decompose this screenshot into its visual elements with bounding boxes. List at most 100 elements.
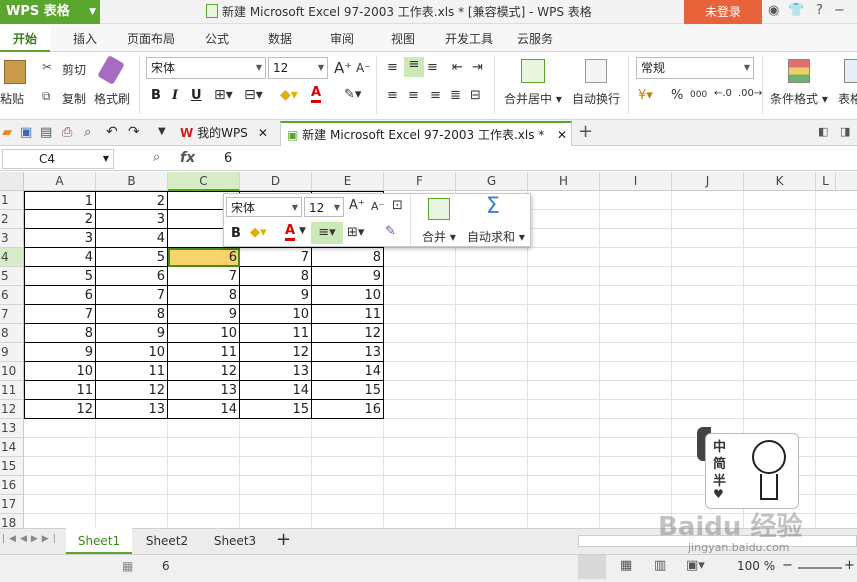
cell-a8[interactable]: 8: [24, 324, 96, 343]
cell-e11[interactable]: 15: [312, 381, 384, 400]
sheet-nav-icon[interactable]: |◀◀▶▶|: [2, 534, 60, 544]
cell-d10[interactable]: 13: [240, 362, 312, 381]
mini-decrease-font-icon[interactable]: A⁻: [371, 200, 384, 213]
cell-a3[interactable]: 3: [24, 229, 96, 248]
cell-c12[interactable]: 14: [168, 400, 240, 419]
cell-b7[interactable]: 8: [96, 305, 168, 324]
row-header-10[interactable]: 10: [0, 362, 24, 381]
cell-e8[interactable]: 12: [312, 324, 384, 343]
column-header-h[interactable]: H: [528, 172, 600, 191]
chevron-down-icon[interactable]: ▼: [158, 126, 166, 137]
cell-e4[interactable]: 8: [312, 248, 384, 267]
mini-align-center-icon[interactable]: ≡▾: [311, 222, 343, 244]
cell-b12[interactable]: 13: [96, 400, 168, 419]
table-style-icon[interactable]: [844, 59, 857, 83]
cell-e9[interactable]: 13: [312, 343, 384, 362]
cell-b8[interactable]: 9: [96, 324, 168, 343]
cell-b2[interactable]: 3: [96, 210, 168, 229]
column-header-b[interactable]: B: [96, 172, 168, 191]
mini-merge-icon[interactable]: [428, 198, 450, 220]
tab-page-layout[interactable]: 页面布局: [127, 24, 175, 52]
font-size-select[interactable]: 12 ▼: [268, 57, 328, 79]
wrap-text-icon[interactable]: [585, 59, 607, 83]
cell-c6[interactable]: 8: [168, 286, 240, 305]
format-painter-button[interactable]: 格式刷: [94, 90, 130, 107]
close-icon[interactable]: ✕: [557, 123, 567, 147]
cell-d8[interactable]: 11: [240, 324, 312, 343]
tab-my-wps[interactable]: W 我的WPS ✕: [174, 121, 278, 145]
column-header-e[interactable]: E: [312, 172, 384, 191]
cell-b4[interactable]: 5: [96, 248, 168, 267]
cell-e12[interactable]: 16: [312, 400, 384, 419]
increase-font-icon[interactable]: A⁺: [334, 59, 352, 77]
tab-insert[interactable]: 插入: [73, 24, 97, 52]
align-bottom-icon[interactable]: ≡: [427, 60, 438, 75]
cell-d11[interactable]: 14: [240, 381, 312, 400]
zoom-slider[interactable]: [798, 567, 842, 569]
column-header-f[interactable]: F: [384, 172, 456, 191]
undo-icon[interactable]: ↶: [106, 124, 118, 140]
cell-a12[interactable]: 12: [24, 400, 96, 419]
cell-a5[interactable]: 5: [24, 267, 96, 286]
mini-merge-button[interactable]: 合并 ▾: [422, 228, 456, 245]
distribute-icon[interactable]: ⊟: [470, 88, 481, 103]
clear-format-icon[interactable]: ✎▾: [344, 87, 361, 102]
row-header-12[interactable]: 12: [0, 400, 24, 419]
cell-a4[interactable]: 4: [24, 248, 96, 267]
scroll-left-icon[interactable]: ◧: [818, 125, 828, 138]
cell-e10[interactable]: 14: [312, 362, 384, 381]
mini-format-painter-icon[interactable]: ✎: [385, 224, 396, 239]
cell-b3[interactable]: 4: [96, 229, 168, 248]
column-header-k[interactable]: K: [744, 172, 816, 191]
cell-a10[interactable]: 10: [24, 362, 96, 381]
row-header-5[interactable]: 5: [0, 267, 24, 286]
row-header-15[interactable]: 15: [0, 457, 24, 476]
sheet-tab-1[interactable]: Sheet1: [66, 528, 132, 554]
cell-a1[interactable]: 1: [24, 191, 96, 210]
select-all-button[interactable]: [0, 172, 24, 191]
page-break-view-icon[interactable]: ▥: [654, 558, 666, 573]
align-right-icon[interactable]: ≡: [430, 88, 441, 103]
cell-d4[interactable]: 7: [240, 248, 312, 267]
insert-function-button[interactable]: fx: [180, 150, 195, 166]
mini-fill-color-icon[interactable]: ◆▾: [250, 225, 267, 240]
decrease-font-icon[interactable]: A⁻: [356, 61, 371, 75]
percent-button[interactable]: %: [671, 88, 683, 103]
help-icon[interactable]: ?: [816, 3, 823, 18]
row-header-2[interactable]: 2: [0, 210, 24, 229]
cell-b9[interactable]: 10: [96, 343, 168, 362]
row-header-7[interactable]: 7: [0, 305, 24, 324]
align-middle-icon[interactable]: ≡: [404, 57, 424, 77]
row-header-14[interactable]: 14: [0, 438, 24, 457]
zoom-preview-icon[interactable]: ⌕: [84, 125, 91, 140]
tab-developer[interactable]: 开发工具: [445, 24, 493, 52]
cell-b10[interactable]: 11: [96, 362, 168, 381]
tab-home[interactable]: 开始: [0, 24, 50, 52]
column-header-i[interactable]: I: [600, 172, 672, 191]
normal-view-icon[interactable]: [578, 555, 606, 579]
mini-autosum-button[interactable]: 自动求和 ▾: [467, 228, 525, 245]
mini-font-color-button[interactable]: A: [285, 224, 296, 241]
column-header-a[interactable]: A: [24, 172, 96, 191]
row-header-1[interactable]: 1: [0, 191, 24, 210]
merge-center-button[interactable]: 合并居中 ▾: [504, 90, 562, 107]
zoom-out-icon[interactable]: −: [782, 558, 793, 573]
cell-c4[interactable]: 6: [168, 248, 240, 267]
autosum-icon[interactable]: Σ: [486, 194, 500, 219]
minimize-icon[interactable]: −: [834, 3, 845, 18]
cell-c11[interactable]: 13: [168, 381, 240, 400]
align-center-icon[interactable]: ≡: [408, 88, 419, 103]
cell-a2[interactable]: 2: [24, 210, 96, 229]
print-preview-icon[interactable]: ▤: [40, 125, 52, 140]
cell-b5[interactable]: 6: [96, 267, 168, 286]
number-format-select[interactable]: 常规 ▼: [636, 57, 754, 79]
underline-button[interactable]: U: [191, 88, 202, 103]
indent-increase-icon[interactable]: ⇥: [472, 60, 483, 75]
currency-icon[interactable]: ¥▾: [638, 88, 653, 103]
cell-b6[interactable]: 7: [96, 286, 168, 305]
cell-d9[interactable]: 12: [240, 343, 312, 362]
justify-icon[interactable]: ≣: [450, 88, 461, 103]
cell-e7[interactable]: 11: [312, 305, 384, 324]
row-header-6[interactable]: 6: [0, 286, 24, 305]
tab-formulas[interactable]: 公式: [205, 24, 229, 52]
